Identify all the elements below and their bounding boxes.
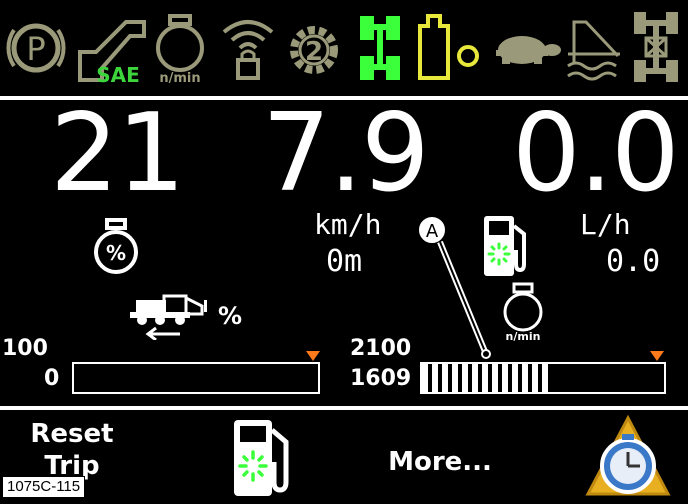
wheel-slip-percent: % xyxy=(218,302,243,330)
gear-number: 2 xyxy=(305,37,323,67)
differential-lock-icon xyxy=(626,8,686,86)
timer-button[interactable] xyxy=(582,414,674,500)
engine-load-readout: 21 xyxy=(50,91,185,216)
hydraulic-icon xyxy=(564,8,624,86)
trip-distance: 0m xyxy=(326,244,363,279)
more-button[interactable]: More... xyxy=(380,446,500,478)
fuel-total: 0.0 xyxy=(606,244,661,279)
alarm-clock-icon xyxy=(585,414,671,496)
hitch-sae-icon: SAE xyxy=(74,8,146,87)
fuel-pump-button-icon xyxy=(234,420,289,496)
turtle-slow-icon xyxy=(488,8,562,86)
rpm-bar-max-label: 2100 xyxy=(350,336,412,361)
engine-speed-icon: n/min xyxy=(496,282,550,343)
rpm-icon-label: n/min xyxy=(506,330,541,342)
fuel-rate-readout: 0.0 xyxy=(512,91,680,216)
reset-trip-line1: Reset xyxy=(30,419,114,449)
fuel-economy-button[interactable] xyxy=(228,416,300,500)
wireless-lock-icon xyxy=(218,8,278,86)
rpm-unit-label: n/min xyxy=(159,71,200,86)
engine-rpm-icon: n/min xyxy=(150,8,210,86)
svg-text:P: P xyxy=(26,30,45,68)
engine-load-percent-icon: % xyxy=(86,216,146,276)
sae-label: SAE xyxy=(96,63,140,86)
percent-symbol: % xyxy=(106,241,126,265)
fuel-rate-unit: L/h xyxy=(580,208,631,241)
bottom-divider xyxy=(0,406,688,410)
fuel-pump-icon xyxy=(480,214,534,278)
rpm-bar-gauge xyxy=(420,362,666,394)
speed-unit: km/h xyxy=(314,208,382,241)
callout-letter: A xyxy=(426,221,439,242)
figure-tag: 1075C-115 xyxy=(2,476,86,498)
left-bar-gauge xyxy=(72,362,320,394)
left-bar-marker xyxy=(306,348,320,361)
left-bar-min-label: 0 xyxy=(44,366,60,391)
status-icon-bar: P SAE n/min 2 xyxy=(0,0,688,96)
rpm-bar-fill xyxy=(422,364,551,392)
rpm-current-label: 1609 xyxy=(350,366,412,391)
wheel-slip-icon xyxy=(128,292,210,342)
reset-trip-button[interactable]: Reset Trip xyxy=(12,418,132,482)
left-bar-max-label: 100 xyxy=(2,336,48,361)
four-wheel-drive-icon xyxy=(350,8,410,86)
gear-2-icon: 2 xyxy=(284,8,344,86)
parking-brake-icon: P xyxy=(6,8,66,86)
fuel-tank-icon xyxy=(414,8,484,86)
ground-speed-readout: 7.9 xyxy=(262,91,430,216)
rpm-bar-marker xyxy=(650,348,664,361)
